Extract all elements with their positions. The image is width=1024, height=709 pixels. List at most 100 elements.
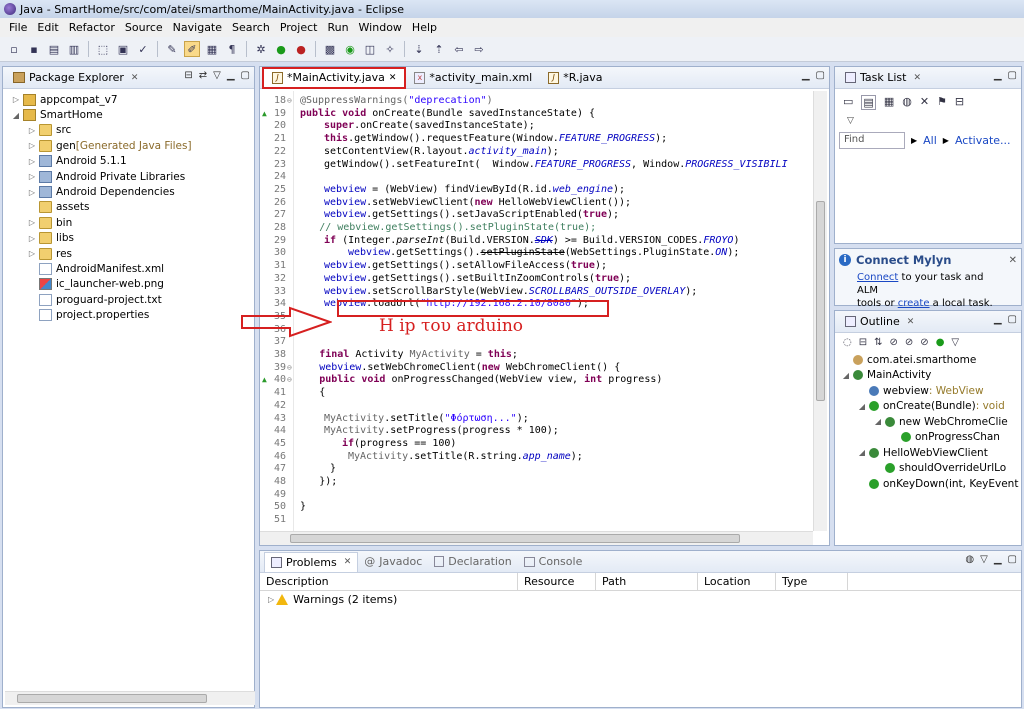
expand-icon[interactable]: ▷ [11, 95, 21, 104]
tab-console[interactable]: Console [518, 552, 589, 572]
expand-icon[interactable]: ▷ [27, 126, 37, 135]
view-menu-icon[interactable]: ▽ [835, 116, 1021, 126]
hide-completed-icon[interactable]: ✕ [920, 95, 929, 110]
forward-icon[interactable]: ⇨ [471, 41, 487, 57]
code-line[interactable]: 38 final Activity MyActivity = this; [260, 349, 805, 362]
code-line[interactable]: 22 setContentView(R.layout.activity_main)… [260, 146, 805, 159]
code-line[interactable]: 37 [260, 336, 805, 349]
maximize-icon[interactable]: ▢ [241, 70, 250, 81]
expand-icon[interactable]: ◢ [857, 448, 867, 457]
override-marker-icon[interactable]: ▲ [262, 108, 267, 121]
tab-package-explorer[interactable]: Package Explorer ✕ [7, 68, 144, 88]
scheduled-icon[interactable]: ▦ [884, 95, 894, 110]
expand-icon[interactable]: ▷ [27, 218, 37, 227]
close-icon[interactable]: ✕ [913, 73, 921, 83]
save-all-icon[interactable]: ▤ [46, 41, 62, 57]
android-sdk-icon[interactable]: ⬚ [95, 41, 111, 57]
collapse-all-icon[interactable]: ⊟ [859, 337, 867, 348]
collapse-all-icon[interactable]: ⊟ [184, 70, 192, 81]
close-icon[interactable]: ✕ [907, 317, 915, 327]
code-line[interactable]: 41 { [260, 387, 805, 400]
scrollbar-thumb[interactable] [290, 534, 740, 543]
lint-icon[interactable]: ✓ [135, 41, 151, 57]
code-line[interactable]: 48}); [260, 476, 805, 489]
override-marker-icon[interactable]: ▲ [262, 374, 267, 387]
code-line[interactable]: 20 super.onCreate(savedInstanceState); [260, 120, 805, 133]
table-row[interactable]: ▷ Warnings (2 items) [260, 591, 1021, 608]
hide-static-icon[interactable]: ⊘ [905, 337, 913, 348]
link-editor-icon[interactable]: ⇄ [199, 70, 207, 81]
code-line[interactable]: 39 ⊖ webview.setWebChromeClient(new WebChr… [260, 362, 805, 375]
code-line[interactable]: 21 this.getWindow().requestFeature(Window… [260, 133, 805, 146]
categorized-icon[interactable]: ▤ [861, 95, 876, 110]
scrollbar-thumb[interactable] [816, 201, 825, 401]
expand-icon[interactable]: ▷ [27, 234, 37, 243]
close-icon[interactable]: ✕ [389, 73, 397, 83]
code-line[interactable]: 31 webview.getSettings().setAllowFileAcce… [260, 260, 805, 273]
horizontal-scrollbar[interactable] [5, 691, 255, 705]
code-line[interactable]: 33 webview.setScrollBarStyle(WebView.SCRO… [260, 286, 805, 299]
minimize-icon[interactable]: ▁ [994, 554, 1002, 565]
expand-icon[interactable]: ▷ [27, 172, 37, 181]
filter-icon[interactable]: ◍ [965, 554, 974, 565]
menu-refactor[interactable]: Refactor [64, 21, 120, 34]
outline-item[interactable]: onProgressChan [839, 430, 1021, 446]
back-icon[interactable]: ⇦ [451, 41, 467, 57]
expand-icon[interactable]: ◢ [11, 111, 21, 120]
code-line[interactable]: 49 [260, 489, 805, 502]
close-icon[interactable]: ✕ [131, 73, 139, 83]
outline-item[interactable]: webview : WebView [839, 383, 1021, 399]
tab-mainactivity-java[interactable]: J *MainActivity.java ✕ [262, 66, 407, 89]
maximize-icon[interactable]: ▢ [816, 70, 825, 81]
view-menu-icon[interactable]: ▽ [980, 554, 988, 565]
expand-icon[interactable]: ◢ [841, 371, 851, 380]
find-input[interactable]: Find [839, 132, 905, 149]
tree-item[interactable]: project.properties [3, 307, 254, 322]
code-line[interactable]: 42 [260, 400, 805, 413]
block-selection-icon[interactable]: ▦ [204, 41, 220, 57]
minimize-icon[interactable]: ▁ [994, 314, 1002, 325]
code-line[interactable]: 40 ▲ ⊖ public void onProgressChanged(WebVie… [260, 374, 805, 387]
outline-item[interactable]: onKeyDown(int, KeyEvent [839, 476, 1021, 492]
tree-item[interactable]: ▷ src [3, 123, 254, 138]
code-line[interactable]: 19 ▲ public void onCreate(Bundle savedInst… [260, 108, 805, 121]
column-type[interactable]: Type [776, 573, 848, 590]
menu-edit[interactable]: Edit [32, 21, 63, 34]
next-annotation-icon[interactable]: ⇣ [411, 41, 427, 57]
menu-window[interactable]: Window [354, 21, 407, 34]
hide-local-types-icon[interactable]: ● [936, 337, 945, 348]
tree-item[interactable]: ▷ res [3, 246, 254, 261]
tab-r-java[interactable]: J *R.java [540, 68, 610, 88]
tree-item[interactable]: ▷ gen [Generated Java Files] [3, 138, 254, 153]
maximize-icon[interactable]: ▢ [1008, 554, 1017, 565]
toggle-mark-icon[interactable]: ✎ [164, 41, 180, 57]
avd-manager-icon[interactable]: ▣ [115, 41, 131, 57]
code-line[interactable]: 25 webview = (WebView) findViewById(R.id.… [260, 184, 805, 197]
maximize-icon[interactable]: ▢ [1008, 70, 1017, 81]
activate-link[interactable]: Activate... [955, 134, 1011, 147]
maximize-icon[interactable]: ▢ [1008, 314, 1017, 325]
tree-item[interactable]: ◢ SmartHome [3, 107, 254, 122]
code-line[interactable]: 26 webview.setWebViewClient(new HelloWebV… [260, 197, 805, 210]
code-line[interactable]: 27 webview.getSettings().setJavaScriptEna… [260, 209, 805, 222]
tree-item[interactable]: assets [3, 200, 254, 215]
fold-icon[interactable]: ⊖ [287, 95, 292, 108]
scrollbar-thumb[interactable] [17, 694, 207, 703]
expand-icon[interactable]: ▷ [27, 188, 37, 197]
sync-icon[interactable]: ◌ [843, 337, 852, 348]
save-icon[interactable]: ▪ [26, 41, 42, 57]
outline-item[interactable]: shouldOverrideUrlLo [839, 461, 1021, 477]
code-line[interactable]: 32 webview.getSettings().setBuiltInZoomCo… [260, 273, 805, 286]
tree-item[interactable]: ▷ Android Dependencies [3, 184, 254, 199]
tree-item[interactable]: ic_launcher-web.png [3, 277, 254, 292]
collapse-icon[interactable]: ⊟ [955, 95, 964, 110]
code-line[interactable]: 43 MyActivity.setTitle("Φόρτωση..."); [260, 413, 805, 426]
view-menu-icon[interactable]: ▽ [951, 337, 959, 348]
minimize-icon[interactable]: ▁ [802, 70, 810, 81]
tab-javadoc[interactable]: @ Javadoc [358, 552, 428, 572]
vertical-scrollbar[interactable] [813, 91, 827, 531]
outline-item[interactable]: ◢ MainActivity [839, 368, 1021, 384]
column-location[interactable]: Location [698, 573, 776, 590]
tree-item[interactable]: ▷ Android 5.1.1 [3, 154, 254, 169]
expand-icon[interactable]: ▷ [27, 249, 37, 258]
